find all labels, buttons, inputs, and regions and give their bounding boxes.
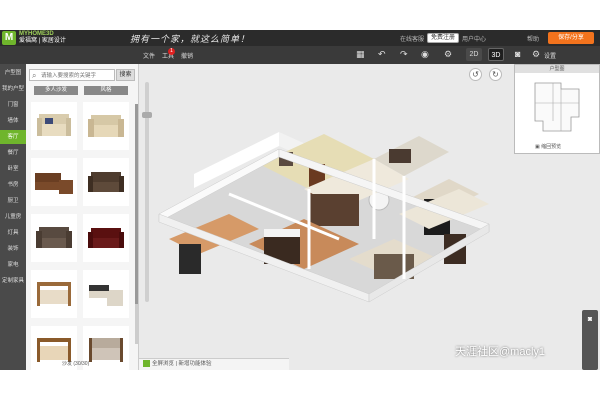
nav-item-living-room[interactable]: 客厅 <box>0 130 26 144</box>
nav-item-walls[interactable]: 墙体 <box>0 114 26 128</box>
canvas-bottom-bar[interactable]: 全屏浏览 | 新增功能体验 <box>139 358 289 370</box>
minimap-title: 户型图 <box>515 65 599 73</box>
redo-icon[interactable]: ↷ <box>400 49 408 60</box>
fullscreen-icon <box>143 360 150 368</box>
catalog-page-info: 沙发 (30/30) <box>62 361 90 367</box>
canvas-bottom-text: 全屏浏览 | 新增功能体验 <box>152 361 212 367</box>
nav-item-custom[interactable]: 定制家具 <box>0 274 26 288</box>
product-sofa-dark[interactable] <box>31 214 77 262</box>
product-sofa-brown-l[interactable] <box>31 158 77 206</box>
toolbar: 文件 工具 1 撤销 ▦ ↶ ↷ ◉ ⚙ 2D 3D ◙ ⚙ 设置 <box>0 46 600 64</box>
top-header: M MYHOME3D 爱福窝 | 家居设计 拥有一个家，就这么简单！ 在线客服 … <box>0 30 600 46</box>
product-sofa-wood[interactable] <box>31 270 77 318</box>
product-sofa-fabric[interactable] <box>83 326 129 370</box>
search-icon: ⌕ <box>32 71 37 80</box>
product-catalog: ⌕ 搜索 多人沙发 风格 <box>26 64 139 370</box>
view-3d-button[interactable]: 3D <box>488 48 504 61</box>
brand-subtitle: 爱福窝 | 家居设计 <box>19 38 66 44</box>
register-button[interactable]: 免费注册 <box>427 33 460 43</box>
nav-item-kids[interactable]: 儿童房 <box>0 210 26 224</box>
save-share-button[interactable]: 保存/分享 <box>548 32 594 44</box>
product-sofa-brown[interactable] <box>83 158 129 206</box>
notification-badge: 1 <box>168 48 175 55</box>
watermark: 天涯社区@macly1 <box>455 346 546 358</box>
search-box: ⌕ <box>29 69 115 81</box>
slogan: 拥有一个家，就这么简单！ <box>130 35 251 45</box>
search-button[interactable]: 搜索 <box>116 69 135 81</box>
camera-panel-button[interactable]: ◙ <box>582 310 598 370</box>
nav-item-doors[interactable]: 门窗 <box>0 98 26 112</box>
filter-sofa-type[interactable]: 多人沙发 <box>34 86 78 95</box>
view-2d-button[interactable]: 2D <box>466 48 482 61</box>
nav-item-my-floorplan[interactable]: 我的户型 <box>0 82 26 96</box>
minimap-floorplan <box>534 82 580 132</box>
help-link[interactable]: 帮助 <box>527 34 539 43</box>
brand-name: MYHOME3D <box>19 31 54 37</box>
zoom-slider[interactable] <box>142 82 152 302</box>
catalog-scrollbar[interactable] <box>135 104 138 344</box>
camera-icon[interactable]: ◙ <box>515 49 520 60</box>
settings-icon[interactable]: ⚙ <box>444 49 452 60</box>
online-service-link[interactable]: 在线客服 <box>400 34 424 43</box>
eye-icon[interactable]: ◉ <box>421 49 429 60</box>
grid-icon[interactable]: ▦ <box>356 49 365 60</box>
brand: MYHOME3D 爱福窝 | 家居设计 <box>19 31 66 45</box>
filter-style[interactable]: 风格 <box>84 86 128 95</box>
search-input[interactable] <box>41 71 113 80</box>
nav-item-study[interactable]: 书房 <box>0 178 26 192</box>
catalog-scroll-thumb[interactable] <box>135 104 138 304</box>
nav-item-decor[interactable]: 装饰 <box>0 242 26 256</box>
product-sofa-cream[interactable] <box>31 102 77 150</box>
nav-item-bedroom[interactable]: 卧室 <box>0 162 26 176</box>
product-sofa-red[interactable] <box>83 214 129 262</box>
product-sofa-corner[interactable] <box>83 270 129 318</box>
product-sofa-cream-2[interactable] <box>83 102 129 150</box>
category-nav: 户型图 我的户型 门窗 墙体 客厅 餐厅 卧室 书房 厨卫 儿童房 灯具 装饰 … <box>0 64 26 370</box>
gear-icon[interactable]: ⚙ <box>532 49 540 60</box>
nav-item-floorplan[interactable]: 户型图 <box>0 66 26 80</box>
rotate-left-icon[interactable]: ↺ <box>469 68 482 81</box>
file-menu[interactable]: 文件 <box>143 51 155 60</box>
app-window: M MYHOME3D 爱福窝 | 家居设计 拥有一个家，就这么简单！ 在线客服 … <box>0 30 600 370</box>
rotate-right-icon[interactable]: ↻ <box>489 68 502 81</box>
zoom-slider-handle[interactable] <box>142 112 152 118</box>
user-center-link[interactable]: 用户中心 <box>462 34 486 43</box>
camera-icon: ◙ <box>587 316 593 323</box>
undo-icon[interactable]: ↶ <box>378 49 386 60</box>
minimap-collapse-label: 缩回预览 <box>541 144 562 150</box>
nav-item-lights[interactable]: 灯具 <box>0 226 26 240</box>
minimap[interactable]: 户型图 ▣ 缩回预览 <box>514 64 600 154</box>
minimap-collapse-button[interactable]: ▣ 缩回预览 <box>535 143 561 150</box>
settings-label[interactable]: 设置 <box>544 51 556 60</box>
nav-item-dining[interactable]: 餐厅 <box>0 146 26 160</box>
logo-icon: M <box>2 31 16 45</box>
undo-menu[interactable]: 撤销 <box>181 51 193 60</box>
nav-item-kitchen[interactable]: 厨卫 <box>0 194 26 208</box>
nav-item-appliances[interactable]: 家电 <box>0 258 26 272</box>
